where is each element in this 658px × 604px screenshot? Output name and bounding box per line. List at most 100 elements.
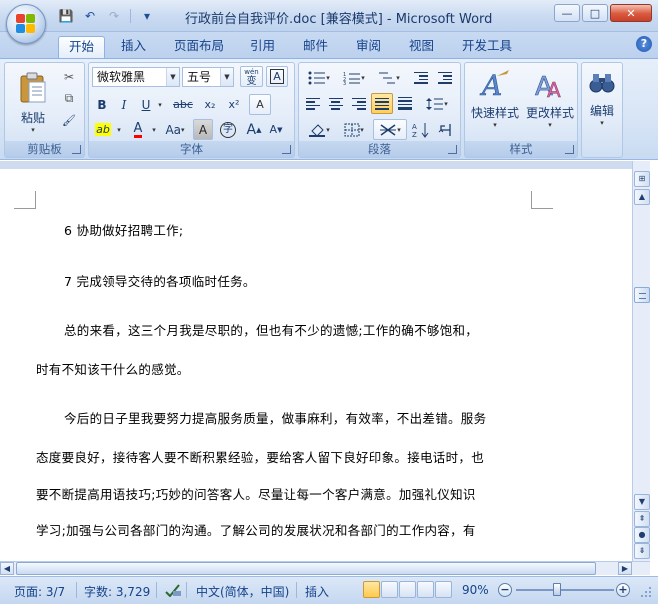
change-case-button[interactable]: Aa ▾ [162,119,188,140]
show-marks-button[interactable] [434,119,456,140]
insert-mode-indicator[interactable]: 插入 [305,583,329,600]
copy-button[interactable]: ⧉ [59,88,79,109]
ruler-toggle-icon[interactable]: ⊞ [634,171,650,187]
maximize-button[interactable]: □ [582,4,608,22]
resize-grip-icon[interactable] [640,586,652,601]
zoom-in-icon[interactable]: + [616,583,630,597]
enclose-characters-button[interactable]: 字 [217,119,239,140]
font-name-arrow-icon[interactable]: ▼ [166,68,179,86]
clipboard-launcher-icon[interactable] [72,145,81,154]
undo-icon[interactable]: ↶ [80,7,100,25]
align-right-button[interactable] [348,93,370,114]
phonetic-guide-button[interactable]: wén 变 [240,66,263,87]
increase-indent-button[interactable] [434,67,456,88]
decrease-indent-button[interactable] [410,67,432,88]
shading-button[interactable]: ▾ [302,119,336,140]
minimize-button[interactable]: — [554,4,580,22]
shrink-font-button[interactable]: A ▼ [266,119,286,140]
office-button[interactable] [6,4,46,44]
document-line[interactable]: 态度要良好，接待客人要不断积累经验，要给客人留下良好印象。接电话时，也 [36,447,484,466]
scroll-down-icon[interactable]: ▼ [634,494,650,510]
tab-mailings[interactable]: 邮件 [293,36,338,58]
page-indicator[interactable]: 页面: 3/7 [14,583,65,600]
bold-button[interactable]: B [92,94,112,115]
vertical-scrollbar[interactable]: ⊞ ▲ ▼ ⇞ ● ⇟ [632,161,650,561]
tab-page-layout[interactable]: 页面布局 [164,36,234,58]
character-shading-button[interactable]: A [193,119,213,140]
quick-styles-dropdown-icon[interactable]: ▾ [493,121,497,129]
clear-formatting-button[interactable]: A [249,94,271,115]
font-color-button[interactable]: A [127,119,149,140]
tab-insert[interactable]: 插入 [111,36,156,58]
paragraph-launcher-icon[interactable] [448,145,457,154]
font-color-dropdown-icon[interactable]: ▾ [149,119,159,140]
zoom-slider-track[interactable] [516,589,614,591]
language-indicator[interactable]: 中文(简体，中国) [196,583,289,600]
document-line[interactable]: 学习;加强与公司各部门的沟通。了解公司的发展状况和各部门的工作内容，有 [36,520,476,539]
word-count[interactable]: 字数: 3,729 [84,583,150,600]
print-layout-view-icon[interactable] [363,581,380,598]
tab-review[interactable]: 审阅 [346,36,391,58]
superscript-button[interactable]: x² [223,94,245,115]
scroll-left-icon[interactable]: ◀ [0,562,14,575]
previous-page-icon[interactable]: ⇞ [634,511,650,527]
numbering-button[interactable]: 123 ▾ [337,67,371,88]
customize-qat-icon[interactable]: ▾ [137,7,157,25]
tab-home[interactable]: 开始 [58,36,106,58]
tab-view[interactable]: 视图 [399,36,444,58]
highlight-button[interactable]: ab [92,119,114,140]
full-screen-reading-view-icon[interactable] [381,581,398,598]
justify-button[interactable] [371,93,393,114]
zoom-level[interactable]: 90% [462,583,489,597]
quick-styles-button[interactable]: A 快速样式 ▾ [467,65,523,139]
font-name-dropdown[interactable]: 微软雅黑 ▼ [92,67,180,87]
grow-font-button[interactable]: A ▲ [244,119,264,140]
styles-launcher-icon[interactable] [565,145,574,154]
help-icon[interactable]: ? [636,36,652,52]
document-line[interactable]: 时有不知该干什么的感觉。 [36,359,190,378]
character-border-button[interactable]: A [266,66,288,87]
horizontal-scrollbar[interactable]: ◀ ▶ [0,561,650,575]
document-page[interactable]: 6 协助做好招聘工作; 7 完成领导交待的各项临时任务。 总的来看，这三个月我是… [0,169,632,561]
document-line[interactable]: 6 协助做好招聘工作; [64,220,183,239]
editing-dropdown-icon[interactable]: ▾ [600,119,604,127]
close-button[interactable]: ✕ [610,4,652,22]
document-line[interactable]: 要不断提高用语技巧;巧妙的问答客人。尽量让每一个客户满意。加强礼仪知识 [36,484,476,503]
outline-view-icon[interactable] [417,581,434,598]
draft-view-icon[interactable] [435,581,452,598]
highlight-dropdown-icon[interactable]: ▾ [114,119,124,140]
tab-developer[interactable]: 开发工具 [452,36,522,58]
format-painter-button[interactable]: 🖌 [59,110,79,131]
scroll-right-icon[interactable]: ▶ [618,562,632,575]
font-size-arrow-icon[interactable]: ▼ [220,68,233,86]
zoom-out-icon[interactable]: − [498,583,512,597]
change-styles-button[interactable]: A A 更改样式 ▾ [523,65,577,139]
spelling-check-icon[interactable] [164,583,182,600]
next-page-icon[interactable]: ⇟ [634,543,650,559]
document-line[interactable]: 总的来看，这三个月我是尽职的，但也有不少的遗憾;工作的确不够饱和， [64,320,478,339]
paste-button[interactable]: 粘贴 ▾ [11,65,55,139]
font-size-dropdown[interactable]: 五号 ▼ [182,67,234,87]
chinese-layout-button[interactable]: ▾ [373,119,407,140]
distributed-button[interactable] [394,93,416,114]
align-left-button[interactable] [302,93,324,114]
save-icon[interactable]: 💾 [56,7,76,25]
font-launcher-icon[interactable] [282,145,291,154]
cut-button[interactable]: ✂ [59,66,79,87]
tab-references[interactable]: 引用 [240,36,285,58]
redo-icon[interactable]: ↷ [104,7,124,25]
line-spacing-button[interactable]: ▾ [420,93,454,114]
horizontal-scroll-thumb[interactable] [16,562,596,575]
underline-button[interactable]: U [137,94,155,115]
sort-button[interactable]: AZ [410,119,432,140]
document-line[interactable]: 7 完成领导交待的各项临时任务。 [64,271,256,290]
web-layout-view-icon[interactable] [399,581,416,598]
change-styles-dropdown-icon[interactable]: ▾ [548,121,552,129]
editing-button[interactable]: 编辑 ▾ [584,65,620,151]
subscript-button[interactable]: x₂ [199,94,221,115]
strikethrough-button[interactable]: abc [169,94,197,115]
select-browse-object-icon[interactable]: ● [634,527,650,543]
paste-dropdown-icon[interactable]: ▾ [31,126,35,134]
multilevel-list-button[interactable]: ▾ [372,67,406,88]
vertical-scroll-thumb[interactable] [634,287,650,303]
